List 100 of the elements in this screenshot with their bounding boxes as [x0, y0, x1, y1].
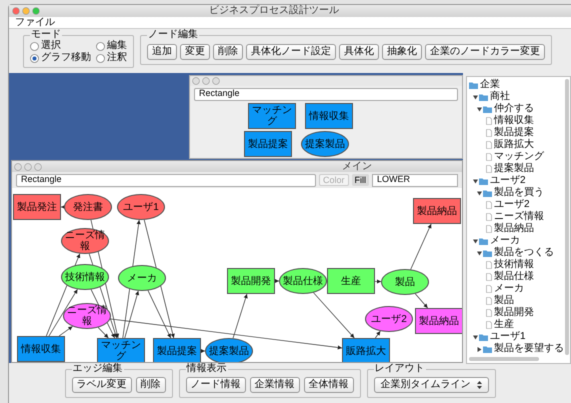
tree-item[interactable]: 情報収集 [494, 116, 534, 126]
graph-node[interactable]: 製品提案 [244, 131, 292, 157]
graph-node[interactable]: 販路拡大 [342, 338, 390, 362]
edge-arrow[interactable] [200, 348, 206, 354]
edge-edit-button[interactable]: 削除 [136, 377, 166, 393]
info-button[interactable]: 全体情報 [304, 377, 354, 393]
graph-node[interactable]: 技術情報 [61, 264, 109, 290]
expanded-triangle-icon[interactable] [473, 238, 478, 244]
tree-item[interactable]: メーカ [494, 284, 524, 294]
tree-item[interactable]: 技術情報 [494, 260, 534, 270]
graph-node[interactable]: 製品納品 [413, 198, 461, 224]
shape-dropdown[interactable]: Rectangle [16, 174, 316, 186]
graph-node[interactable]: 提案製品 [205, 338, 253, 362]
edge-arrow[interactable] [313, 292, 355, 338]
info-button[interactable]: 企業情報 [250, 377, 300, 393]
collapsed-triangle-icon[interactable] [477, 346, 482, 352]
mode-radio[interactable]: 選択 [30, 41, 91, 51]
tree-item[interactable]: 商社 [490, 92, 510, 102]
tree-item[interactable]: 製品を要望する [494, 344, 564, 354]
info-button[interactable]: ノード情報 [186, 377, 246, 393]
tree-item[interactable]: 販路拡大 [494, 140, 534, 150]
edge-edit-button[interactable]: ラベル変更 [72, 377, 132, 393]
edge-arrow[interactable] [410, 224, 432, 270]
graph-node[interactable]: マッチング [248, 103, 296, 129]
tree-item[interactable]: 製品提案 [494, 128, 534, 138]
group-label: 情報表示 [186, 364, 228, 374]
node-edit-button[interactable]: 追加 [147, 44, 177, 60]
node-edit-button[interactable]: 抽象化 [382, 44, 422, 60]
horizontal-scrollbar[interactable] [469, 357, 539, 361]
graph-node[interactable]: 発注書 [64, 194, 112, 220]
graph-node[interactable]: メーカ [118, 265, 166, 291]
edge-arrow[interactable] [374, 279, 382, 284]
tree-item[interactable]: 製品をつくる [494, 248, 554, 258]
tree-item[interactable]: 製品 [494, 296, 514, 306]
fill-button[interactable]: Fill [352, 174, 370, 186]
graph-node[interactable]: 製品納品 [415, 308, 462, 334]
tree-item[interactable]: 生産 [494, 320, 514, 330]
graph-node[interactable]: 製品仕様 [279, 268, 327, 294]
tree-item[interactable]: 提案製品 [494, 164, 534, 174]
edge-arrow[interactable] [375, 330, 381, 338]
window-title: ビジネスプロセス設計ツール [209, 6, 339, 16]
tree-item[interactable]: 製品納品 [494, 224, 534, 234]
dropdown-value: Rectangle [21, 173, 62, 186]
edge-arrow[interactable] [48, 288, 78, 336]
edge-arrow[interactable] [148, 290, 172, 338]
node-edit-button[interactable]: 削除 [213, 44, 243, 60]
graph-node[interactable]: 提案製品 [301, 131, 349, 157]
graph-node[interactable]: 製品発注 [13, 194, 61, 220]
menu-item[interactable]: ファイル [15, 18, 55, 28]
mode-radio[interactable]: 編集 [96, 41, 127, 51]
tree-item[interactable]: 製品仕様 [494, 272, 534, 282]
graph-node[interactable]: ニーズ情報 [63, 303, 111, 329]
graph-node[interactable]: 製品提案 [153, 338, 201, 362]
tree-item[interactable]: ニーズ情報 [494, 212, 544, 222]
tree-item[interactable]: ユーザ1 [490, 332, 526, 342]
expanded-triangle-icon[interactable] [477, 190, 482, 196]
shape-dropdown[interactable]: Rectangle [194, 88, 458, 100]
graph-node[interactable]: ニーズ情報 [61, 228, 109, 254]
graph-node[interactable]: ユーザ1 [117, 194, 165, 220]
group-label: エッジ編集 [72, 364, 124, 374]
node-edit-button[interactable]: 企業のノードカラー変更 [425, 44, 545, 60]
node-edit-button[interactable]: 具体化 [339, 44, 379, 60]
expanded-triangle-icon[interactable] [477, 250, 482, 256]
tree-item[interactable]: ユーザ2 [494, 200, 530, 210]
edge-arrow[interactable] [60, 204, 66, 210]
mode-radio[interactable]: 注釈 [96, 53, 127, 63]
edge-arrow[interactable] [124, 290, 140, 338]
expanded-triangle-icon[interactable] [473, 94, 478, 100]
graph-node[interactable]: 製品 [381, 269, 429, 295]
updown-arrows-icon [476, 381, 482, 389]
graph-node[interactable]: マッチング [97, 338, 145, 362]
mode-radio[interactable]: グラフ移動 [30, 53, 91, 63]
vertical-scrollbar[interactable] [565, 79, 569, 355]
tree-item[interactable]: 仲介する [494, 104, 534, 114]
expanded-triangle-icon[interactable] [473, 178, 478, 184]
tree-item[interactable]: 企業 [480, 80, 500, 90]
node-edit-button[interactable]: 具体化ノード設定 [246, 44, 336, 60]
graph-node[interactable]: 製品開発 [227, 268, 275, 294]
layout-dropdown[interactable]: 企業別タイムライン [374, 377, 488, 393]
expanded-triangle-icon[interactable] [477, 106, 482, 112]
tree-item[interactable]: 製品開発 [494, 308, 534, 318]
layer-field[interactable]: LOWER [372, 174, 458, 186]
window-title: メイン [342, 162, 372, 172]
expanded-triangle-icon[interactable] [473, 334, 478, 340]
edge-arrow[interactable] [232, 294, 248, 339]
edge-arrow[interactable] [274, 278, 280, 284]
edge-arrow[interactable] [98, 327, 109, 338]
tree-item[interactable]: ユーザ2 [490, 176, 526, 186]
group-label: レイアウト [374, 364, 426, 374]
tree-item[interactable]: メーカ [490, 236, 520, 246]
tree-item[interactable]: マッチング [494, 152, 544, 162]
graph-node[interactable]: 情報収集 [305, 103, 353, 129]
dropdown-value: Rectangle [199, 87, 240, 100]
edge-arrow[interactable] [58, 326, 73, 336]
graph-node[interactable]: 生産 [327, 268, 375, 294]
node-edit-button[interactable]: 変更 [180, 44, 210, 60]
edge-arrow[interactable] [414, 293, 428, 308]
graph-node[interactable]: 情報収集 [17, 336, 65, 362]
tree-item[interactable]: 製品を買う [494, 188, 544, 198]
graph-node[interactable]: ユーザ2 [365, 306, 413, 332]
